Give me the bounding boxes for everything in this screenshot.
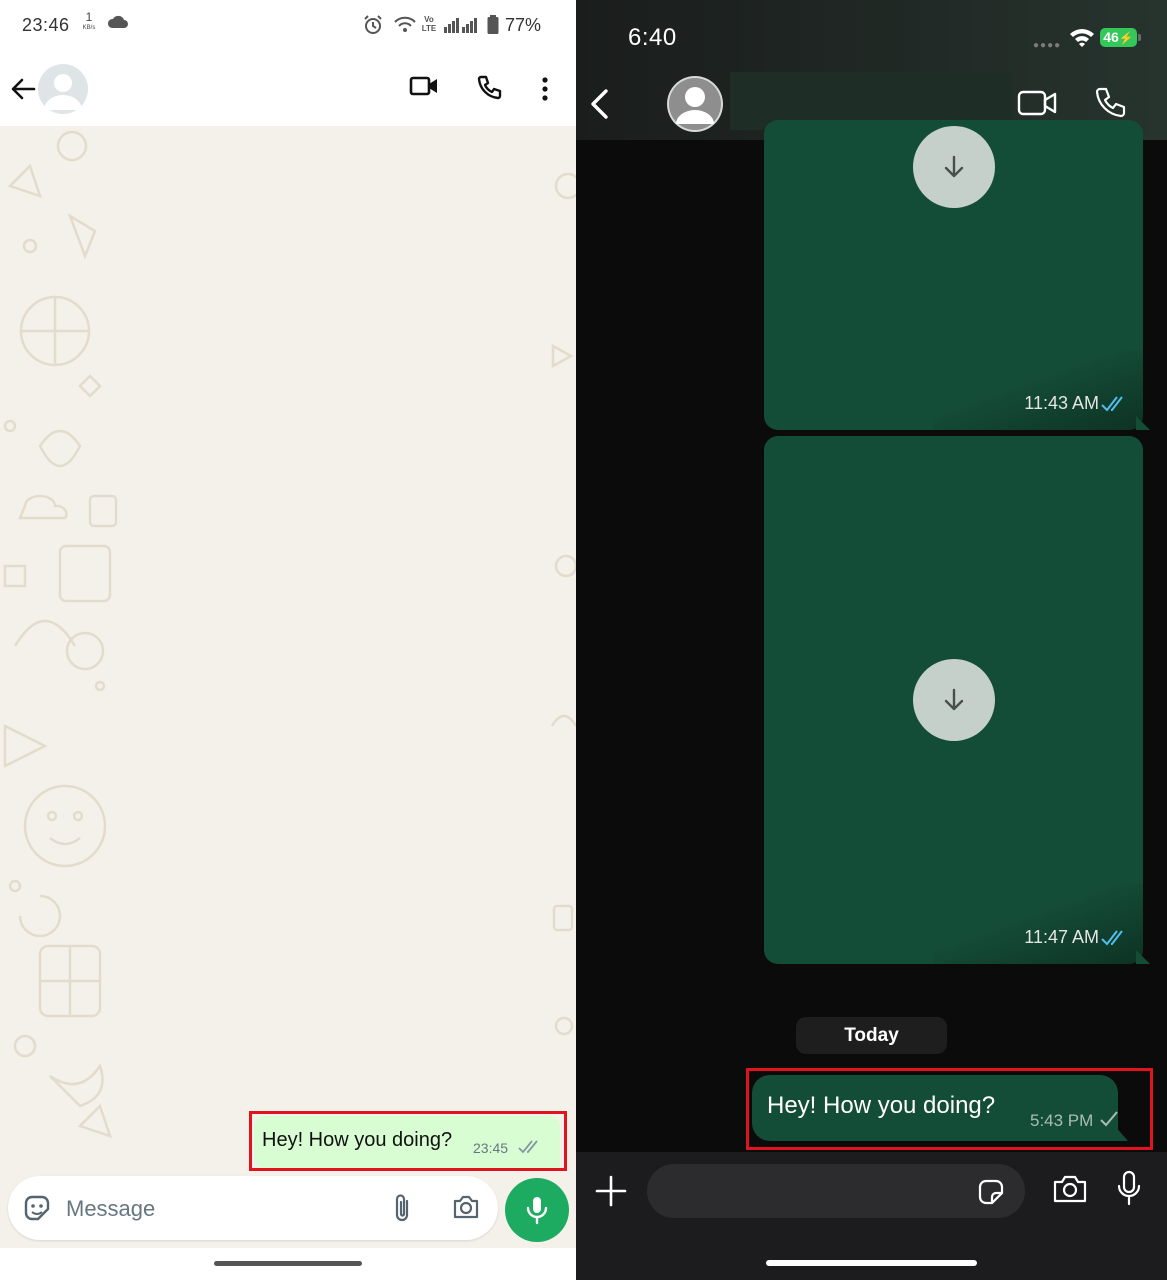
wifi-icon bbox=[394, 16, 416, 32]
charging-bolt-icon: ⚡ bbox=[1118, 31, 1134, 45]
message-input[interactable] bbox=[647, 1164, 1025, 1218]
battery-level: 46 bbox=[1103, 29, 1119, 45]
microphone-icon bbox=[526, 1197, 548, 1225]
android-whatsapp-screen: 23:46 1 KB/s Vo LTE 77% Hey! How you doi… bbox=[0, 0, 576, 1280]
network-speed: 1 KB/s bbox=[82, 10, 96, 31]
chat-header bbox=[0, 52, 576, 126]
signal-dots: ●●●● bbox=[1033, 40, 1062, 51]
media-shade bbox=[933, 884, 1143, 964]
back-chevron-icon[interactable] bbox=[588, 88, 610, 120]
attach-icon[interactable] bbox=[392, 1193, 412, 1223]
volte-label: Vo LTE bbox=[421, 15, 437, 33]
wallpaper-doodles-right bbox=[550, 172, 576, 1036]
battery-cap bbox=[1138, 34, 1141, 41]
bubble-tail bbox=[1136, 416, 1150, 430]
plus-icon[interactable] bbox=[594, 1174, 628, 1208]
alarm-icon bbox=[364, 15, 382, 34]
contact-avatar[interactable] bbox=[38, 64, 88, 114]
camera-icon[interactable] bbox=[1052, 1174, 1088, 1204]
media-shade bbox=[933, 350, 1143, 430]
default-avatar-icon bbox=[44, 74, 82, 110]
signal-icon bbox=[444, 18, 477, 33]
android-nav-bar bbox=[0, 1248, 576, 1280]
default-avatar-icon bbox=[669, 78, 721, 130]
ios-whatsapp-screen: 6:40 ●●●● 46⚡ 11:43 AM 11:47 AM Today He… bbox=[576, 0, 1167, 1280]
contact-avatar[interactable] bbox=[667, 76, 723, 132]
more-options-icon[interactable] bbox=[541, 76, 549, 102]
composer-bar bbox=[576, 1152, 1167, 1280]
chat-area[interactable]: 11:43 AM 11:47 AM Today Hey! How you doi… bbox=[576, 120, 1167, 1152]
download-arrow-icon bbox=[944, 155, 964, 178]
gesture-handle[interactable] bbox=[214, 1261, 362, 1266]
message-input[interactable]: Message bbox=[8, 1176, 498, 1240]
download-button[interactable] bbox=[913, 659, 995, 741]
battery-percent: 77% bbox=[505, 15, 542, 35]
message-time: 11:43 AM bbox=[1024, 393, 1099, 413]
voice-message-button[interactable] bbox=[505, 1178, 569, 1242]
microphone-icon[interactable] bbox=[1117, 1170, 1141, 1206]
android-status-bar: 23:46 1 KB/s Vo LTE 77% bbox=[0, 0, 576, 52]
back-arrow-icon[interactable] bbox=[10, 76, 36, 102]
voice-call-icon[interactable] bbox=[475, 74, 503, 102]
battery-icon bbox=[487, 15, 499, 34]
voice-call-icon[interactable] bbox=[1093, 86, 1127, 120]
media-message-1[interactable]: 11:43 AM bbox=[764, 120, 1143, 430]
status-time: 6:40 bbox=[628, 24, 677, 51]
media-message-2[interactable]: 11:47 AM bbox=[764, 436, 1143, 964]
chat-area[interactable]: Hey! How you doing? 23:45 bbox=[0, 126, 576, 1172]
date-separator: Today bbox=[796, 1017, 947, 1054]
sticker-icon[interactable] bbox=[977, 1178, 1005, 1206]
highlight-box bbox=[746, 1068, 1153, 1150]
wallpaper-doodles bbox=[3, 130, 118, 1138]
highlight-box bbox=[249, 1111, 567, 1171]
video-call-icon[interactable] bbox=[409, 74, 439, 98]
camera-icon[interactable] bbox=[452, 1194, 480, 1220]
download-arrow-icon bbox=[944, 688, 964, 711]
composer-bar: Message bbox=[0, 1172, 576, 1248]
double-check-icon bbox=[1101, 930, 1123, 946]
bubble-tail bbox=[1136, 950, 1150, 964]
status-time: 23:46 bbox=[22, 15, 70, 35]
double-check-icon bbox=[1101, 396, 1123, 412]
sticker-icon[interactable] bbox=[22, 1193, 52, 1223]
battery-icon: 46⚡ bbox=[1100, 28, 1137, 47]
download-button[interactable] bbox=[913, 126, 995, 208]
message-placeholder: Message bbox=[66, 1196, 156, 1221]
cloud-icon bbox=[107, 15, 128, 28]
home-indicator[interactable] bbox=[766, 1260, 977, 1266]
wifi-icon bbox=[1070, 29, 1094, 47]
ios-top-bar: 6:40 ●●●● 46⚡ bbox=[576, 0, 1167, 140]
video-call-icon[interactable] bbox=[1017, 90, 1057, 116]
message-time: 11:47 AM bbox=[1024, 927, 1099, 947]
